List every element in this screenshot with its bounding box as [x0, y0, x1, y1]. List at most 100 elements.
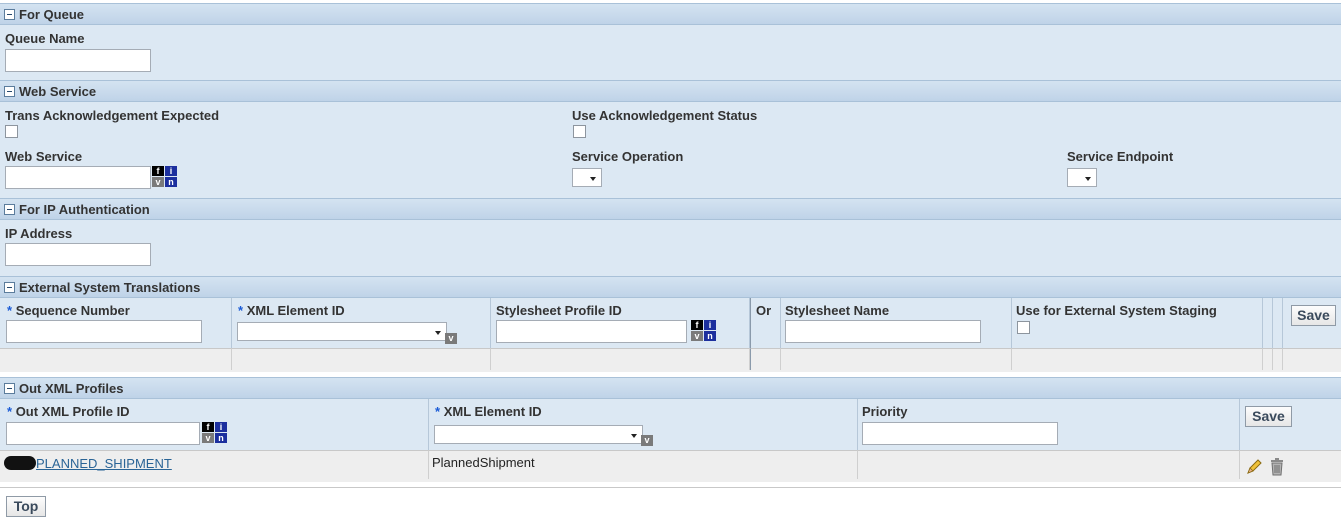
lookup-f: f [691, 320, 703, 330]
lookup-i: i [165, 166, 177, 176]
xml-element-value: PlannedShipment [432, 455, 535, 470]
section-header-out-xml[interactable]: Out XML Profiles [0, 377, 1341, 399]
use-ack-label: Use Acknowledgement Status [572, 108, 758, 123]
ip-address-input[interactable] [5, 243, 151, 266]
service-endpoint-label: Service Endpoint [1067, 149, 1174, 164]
required-mark: * [435, 404, 441, 419]
required-mark: * [7, 303, 13, 318]
empty-cell [0, 348, 232, 370]
lookup-icon[interactable]: f i v n [202, 422, 228, 444]
top-button[interactable]: Top [6, 496, 46, 517]
trans-ack-checkbox[interactable] [5, 125, 18, 138]
empty-cell [232, 348, 491, 370]
section-header-for-queue[interactable]: For Queue [0, 3, 1341, 25]
lookup-icon[interactable]: f i v n [691, 320, 717, 342]
lookup-n: n [165, 177, 177, 187]
edit-pencil-icon[interactable] [1245, 458, 1263, 476]
collapse-icon[interactable] [4, 85, 15, 97]
col-or: Or [750, 298, 781, 348]
v-badge-icon[interactable]: v [641, 435, 653, 446]
divider [0, 487, 1341, 488]
queue-name-input[interactable] [5, 49, 151, 72]
required-mark: * [7, 404, 13, 419]
lookup-icon[interactable]: f i v n [152, 166, 178, 188]
section-title: External System Translations [19, 279, 201, 295]
section-title: Out XML Profiles [19, 380, 124, 396]
col-sequence: * Sequence Number [0, 298, 232, 348]
empty-cell [750, 348, 781, 370]
xml-element-select[interactable] [434, 425, 643, 444]
sequence-label: Sequence Number [15, 303, 130, 318]
section-header-ip-auth[interactable]: For IP Authentication [0, 198, 1341, 220]
trans-ack-label: Trans Acknowledgement Expected [5, 108, 220, 123]
section-title: Web Service [19, 83, 97, 99]
service-endpoint-select[interactable] [1067, 168, 1097, 187]
trash-icon[interactable] [1269, 457, 1285, 476]
col-actions: Save [1283, 298, 1341, 348]
lookup-n: n [704, 331, 716, 341]
queue-name-label: Queue Name [5, 31, 85, 46]
lookup-f: f [202, 422, 214, 432]
lookup-f: f [152, 166, 164, 176]
xml-element-label: XML Element ID [443, 404, 542, 419]
service-operation-label: Service Operation [572, 149, 684, 164]
table-row-cell-actions [1240, 450, 1341, 479]
stylesheet-profile-input[interactable] [496, 320, 687, 343]
section-header-web-service[interactable]: Web Service [0, 80, 1341, 102]
empty-cell [781, 348, 1012, 370]
col-profile: * Out XML Profile ID f i v n [0, 399, 429, 450]
col-spacer [1273, 298, 1283, 348]
empty-cell [1273, 348, 1283, 370]
empty-cell [1012, 348, 1263, 370]
profile-input[interactable] [6, 422, 200, 445]
col-xml-element: * XML Element ID v [429, 399, 858, 450]
lookup-v: v [152, 177, 164, 187]
chevron-down-icon [590, 177, 596, 181]
save-button[interactable]: Save [1245, 406, 1292, 427]
stylesheet-name-label: Stylesheet Name [785, 303, 890, 318]
collapse-icon[interactable] [4, 382, 15, 394]
use-ack-checkbox[interactable] [573, 125, 586, 138]
priority-label: Priority [862, 404, 908, 419]
out-xml-grid: * Out XML Profile ID f i v n * XML Eleme… [0, 399, 1341, 482]
lookup-v: v [202, 433, 214, 443]
collapse-icon[interactable] [4, 281, 15, 293]
ext-trans-grid: * Sequence Number * XML Element ID v Sty… [0, 298, 1341, 372]
xml-element-select[interactable] [237, 322, 447, 341]
col-xml-element: * XML Element ID v [232, 298, 491, 348]
col-priority: Priority [858, 399, 1240, 450]
priority-input[interactable] [862, 422, 1058, 445]
table-row-cell-xml-element: PlannedShipment [429, 450, 858, 479]
save-button[interactable]: Save [1291, 305, 1336, 326]
col-spacer [1263, 298, 1273, 348]
section-body: IP Address [0, 220, 1341, 276]
col-actions: Save [1240, 399, 1341, 450]
profile-link[interactable]: PLANNED_SHIPMENT [36, 456, 172, 471]
web-service-label: Web Service [5, 149, 83, 164]
stylesheet-name-input[interactable] [785, 320, 981, 343]
lookup-i: i [215, 422, 227, 432]
sequence-number-input[interactable] [6, 320, 202, 343]
col-stylesheet-name: Stylesheet Name [781, 298, 1012, 348]
collapse-icon[interactable] [4, 8, 15, 20]
chevron-down-icon [435, 331, 441, 335]
empty-cell [1263, 348, 1273, 370]
section-ip-auth: For IP Authentication IP Address [0, 198, 1341, 276]
section-out-xml: Out XML Profiles * Out XML Profile ID f … [0, 377, 1341, 482]
profile-label: Out XML Profile ID [15, 404, 130, 419]
section-header-ext-trans[interactable]: External System Translations [0, 276, 1341, 298]
use-staging-checkbox[interactable] [1017, 321, 1030, 334]
v-badge-icon[interactable]: v [445, 333, 457, 344]
section-body: Trans Acknowledgement Expected Use Ackno… [0, 102, 1341, 198]
redacted-mark [4, 456, 36, 470]
col-use-staging: Use for External System Staging [1012, 298, 1263, 348]
section-for-queue: For Queue Queue Name [0, 3, 1341, 80]
web-service-input[interactable] [5, 166, 151, 189]
section-ext-trans: External System Translations * Sequence … [0, 276, 1341, 372]
collapse-icon[interactable] [4, 203, 15, 215]
ip-address-label: IP Address [5, 226, 73, 241]
empty-cell [1283, 348, 1341, 370]
use-staging-label: Use for External System Staging [1016, 303, 1217, 318]
section-web-service: Web Service Trans Acknowledgement Expect… [0, 80, 1341, 198]
service-operation-select[interactable] [572, 168, 602, 187]
